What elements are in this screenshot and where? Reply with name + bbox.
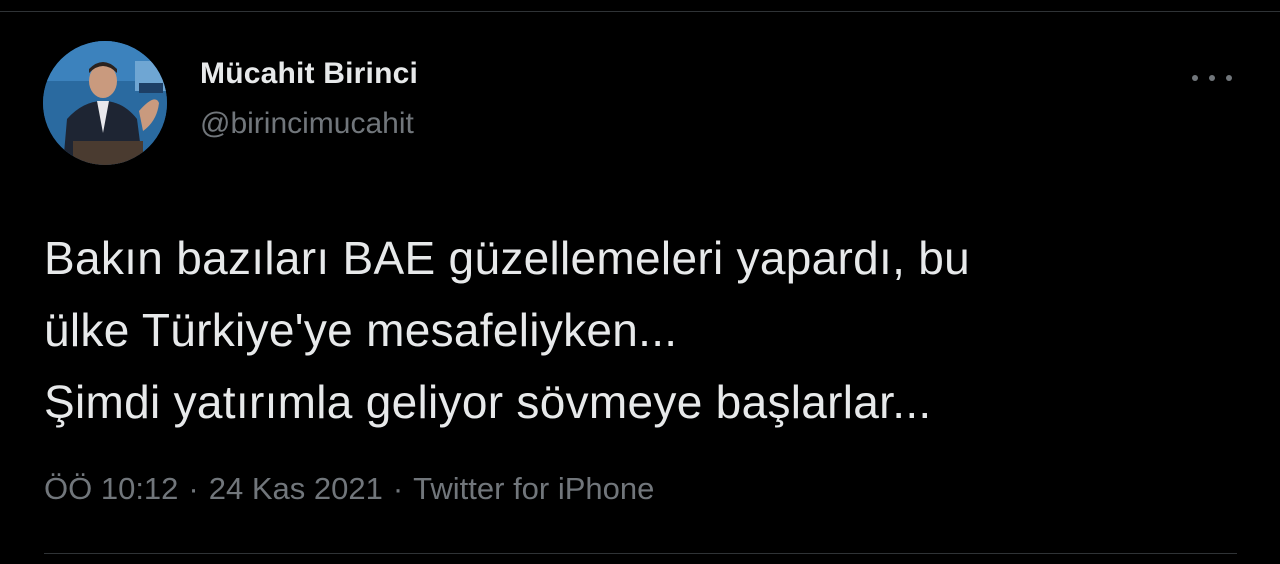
avatar-photo-icon [43,41,167,165]
more-horizontal-icon [1192,75,1198,81]
tweet-source-link[interactable]: Twitter for iPhone [413,471,654,506]
more-options-button[interactable] [1192,66,1232,90]
author-block: Mücahit Birinci @birincimucahit [200,56,418,142]
author-handle[interactable]: @birincimucahit [200,106,418,142]
bottom-divider [44,553,1237,554]
tweet-text-line: ülke Türkiye'ye mesafeliyken... [44,304,678,356]
more-horizontal-icon [1209,75,1215,81]
tweet-date[interactable]: 24 Kas 2021 [209,471,383,506]
avatar[interactable] [43,41,167,165]
more-horizontal-icon [1226,75,1232,81]
tweet-text-line: Bakın bazıları BAE güzellemeleri yapardı… [44,232,971,284]
tweet-text: Bakın bazıları BAE güzellemeleri yapardı… [44,222,1234,438]
meta-separator: · [188,471,199,506]
tweet-text-line: Şimdi yatırımla geliyor sövmeye başlarla… [44,376,932,428]
author-display-name[interactable]: Mücahit Birinci [200,56,418,92]
tweet-card: Mücahit Birinci @birincimucahit Bakın ba… [0,12,1280,564]
tweet-time[interactable]: ÖÖ 10:12 [44,471,178,506]
tweet-meta: ÖÖ 10:12 · 24 Kas 2021 · Twitter for iPhone [44,469,654,509]
meta-separator: · [392,471,404,506]
top-divider [0,0,1280,12]
